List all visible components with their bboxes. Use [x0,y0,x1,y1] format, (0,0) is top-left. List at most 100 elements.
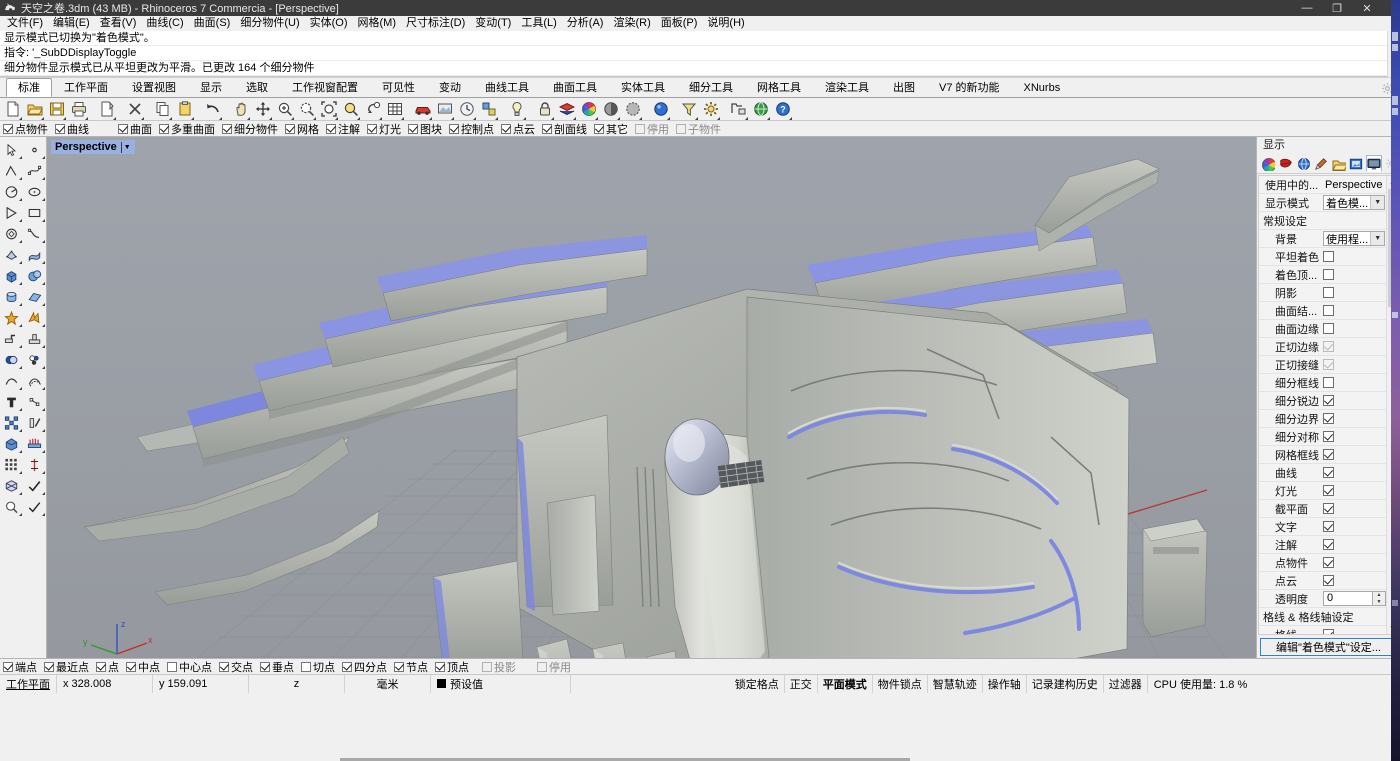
blend-curve-icon[interactable] [23,370,46,391]
chevron-down-icon[interactable]: ▼ [124,144,133,151]
status-toggle-过滤器[interactable]: 过滤器 [1104,675,1148,693]
toolbar-tab-显示[interactable]: 显示 [188,78,234,97]
menu-item-8[interactable]: 尺寸标注(D) [401,16,470,31]
toolbar-tab-工作视窗配置[interactable]: 工作视窗配置 [280,78,370,97]
display-setting-细分边界[interactable]: 细分边界 [1259,410,1386,428]
boolean-union-icon[interactable] [0,349,23,370]
color-wheel-icon[interactable] [578,99,599,120]
setting-combobox[interactable]: 使用程...▼ [1323,231,1385,246]
setting-checkbox[interactable] [1323,395,1334,406]
mesh-tools-icon[interactable] [0,475,23,496]
menu-item-9[interactable]: 变动(T) [470,16,516,31]
toolbar-tab-V7 的新功能[interactable]: V7 的新功能 [927,78,1012,97]
setting-checkbox[interactable] [1323,251,1334,262]
rectangle-icon[interactable] [23,202,46,223]
render-clock-icon[interactable] [456,99,477,120]
display-setting-曲面结...[interactable]: 曲面结... [1259,302,1386,320]
display-setting-细分对称[interactable]: 细分对称 [1259,428,1386,446]
display-setting-细分框线[interactable]: 细分框线 [1259,374,1386,392]
status-toggle-平面模式[interactable]: 平面模式 [818,675,873,693]
display-setting-使用中的...[interactable]: 使用中的...Perspective [1259,176,1386,194]
status-toggle-智慧轨迹[interactable]: 智慧轨迹 [928,675,983,693]
setting-checkbox[interactable] [1323,413,1334,424]
toolbar-tab-出图[interactable]: 出图 [881,78,927,97]
display-setting-曲面边缘[interactable]: 曲面边缘 [1259,320,1386,338]
text-tool-icon[interactable] [0,391,23,412]
setting-checkbox[interactable] [1323,431,1334,442]
setting-checkbox[interactable] [1323,629,1334,635]
display-monitor-icon[interactable] [1366,155,1383,172]
chevron-down-icon[interactable]: ▼ [1370,196,1384,209]
layers-folder-icon[interactable] [1331,155,1348,172]
setting-checkbox[interactable] [1323,467,1334,478]
boolean-star-icon[interactable] [0,307,23,328]
menu-item-1[interactable]: 编辑(E) [48,16,95,31]
material-icon[interactable] [1278,155,1295,172]
ghosted-sphere-icon[interactable] [622,99,643,120]
close-button[interactable]: ✕ [1352,0,1382,16]
menu-item-7[interactable]: 网格(M) [353,16,402,31]
help-icon[interactable]: ? [772,99,793,120]
check-object-icon[interactable] [23,475,46,496]
status-units[interactable]: 毫米 [345,675,431,693]
lock-icon[interactable] [534,99,555,120]
zoom-dynamic-icon[interactable] [362,99,383,120]
edit-display-mode-button[interactable]: 编辑"着色模式"设定... [1260,638,1397,656]
display-setting-点云[interactable]: 点云 [1259,572,1386,590]
toolbar-tab-设置视图[interactable]: 设置视图 [120,78,188,97]
setting-checkbox[interactable] [1323,323,1334,334]
display-setting-文字[interactable]: 文字 [1259,518,1386,536]
render-car-icon[interactable] [412,99,433,120]
viewport-3d-scene[interactable]: z x y [47,137,1256,658]
filter-checkbox-曲线[interactable]: 曲线 [55,121,89,137]
menu-item-11[interactable]: 分析(A) [562,16,609,31]
menu-item-13[interactable]: 面板(P) [656,16,703,31]
toolbar-tab-选取[interactable]: 选取 [234,78,280,97]
display-setting-阴影[interactable]: 阴影 [1259,284,1386,302]
point-edit-icon[interactable] [23,391,46,412]
polygon-icon[interactable] [0,202,23,223]
toolbar-tab-曲线工具[interactable]: 曲线工具 [473,78,541,97]
polyline-icon[interactable] [0,160,23,181]
move-icon[interactable] [252,99,273,120]
zoom-selected-icon[interactable] [340,99,361,120]
display-setting-透明度[interactable]: 透明度0▲▼ [1259,590,1386,608]
box-icon[interactable] [0,265,23,286]
ellipse-icon[interactable] [23,181,46,202]
display-setting-格线[interactable]: 格线 [1259,626,1386,635]
environment-icon[interactable] [1295,155,1312,172]
offset-curve-icon[interactable] [0,370,23,391]
zoom-extents-icon[interactable] [318,99,339,120]
osnap-checkbox-投影[interactable]: 投影 [482,659,516,675]
chevron-down-icon[interactable]: ▼ [1370,232,1384,245]
circle-object-icon[interactable] [0,223,23,244]
osnap-checkbox-节点[interactable]: 节点 [394,659,428,675]
render-props-icon[interactable] [478,99,499,120]
pan-icon[interactable] [230,99,251,120]
toolbar-tab-网格工具[interactable]: 网格工具 [745,78,813,97]
web-help-icon[interactable] [750,99,771,120]
surface-from-points-icon[interactable] [0,244,23,265]
display-setting-正切边缘[interactable]: 正切边缘 [1259,338,1386,356]
trim-icon[interactable] [23,328,46,349]
options-gear-icon[interactable] [700,99,721,120]
render-preview-icon[interactable] [434,99,455,120]
toolbar-tab-标准[interactable]: 标准 [6,78,52,97]
osnap-checkbox-中心点[interactable]: 中心点 [167,659,212,675]
menu-item-12[interactable]: 渲染(R) [608,16,655,31]
paint-brush-icon[interactable] [1313,155,1330,172]
viewport-title-tab[interactable]: Perspective ▼ [51,140,135,154]
toolbar-tab-可见性[interactable]: 可见性 [370,78,427,97]
open-folder-icon[interactable] [24,99,45,120]
filter-checkbox-图块[interactable]: 图块 [408,121,442,137]
explode-lightning-icon[interactable] [23,307,46,328]
setting-checkbox[interactable] [1323,539,1334,550]
display-setting-着色顶...[interactable]: 着色顶... [1259,266,1386,284]
filter-checkbox-网格[interactable]: 网格 [285,121,319,137]
sphere-solid-icon[interactable] [23,265,46,286]
display-setting-显示模式[interactable]: 显示模式着色模...▼ [1259,194,1386,212]
shade-sphere-icon[interactable] [600,99,621,120]
paste-icon[interactable] [174,99,195,120]
command-history-area[interactable]: 显示模式已切换为"着色模式"。指令: '_SubDDisplayToggle细分… [0,31,1400,78]
status-layer[interactable]: 预设值 [431,675,571,693]
